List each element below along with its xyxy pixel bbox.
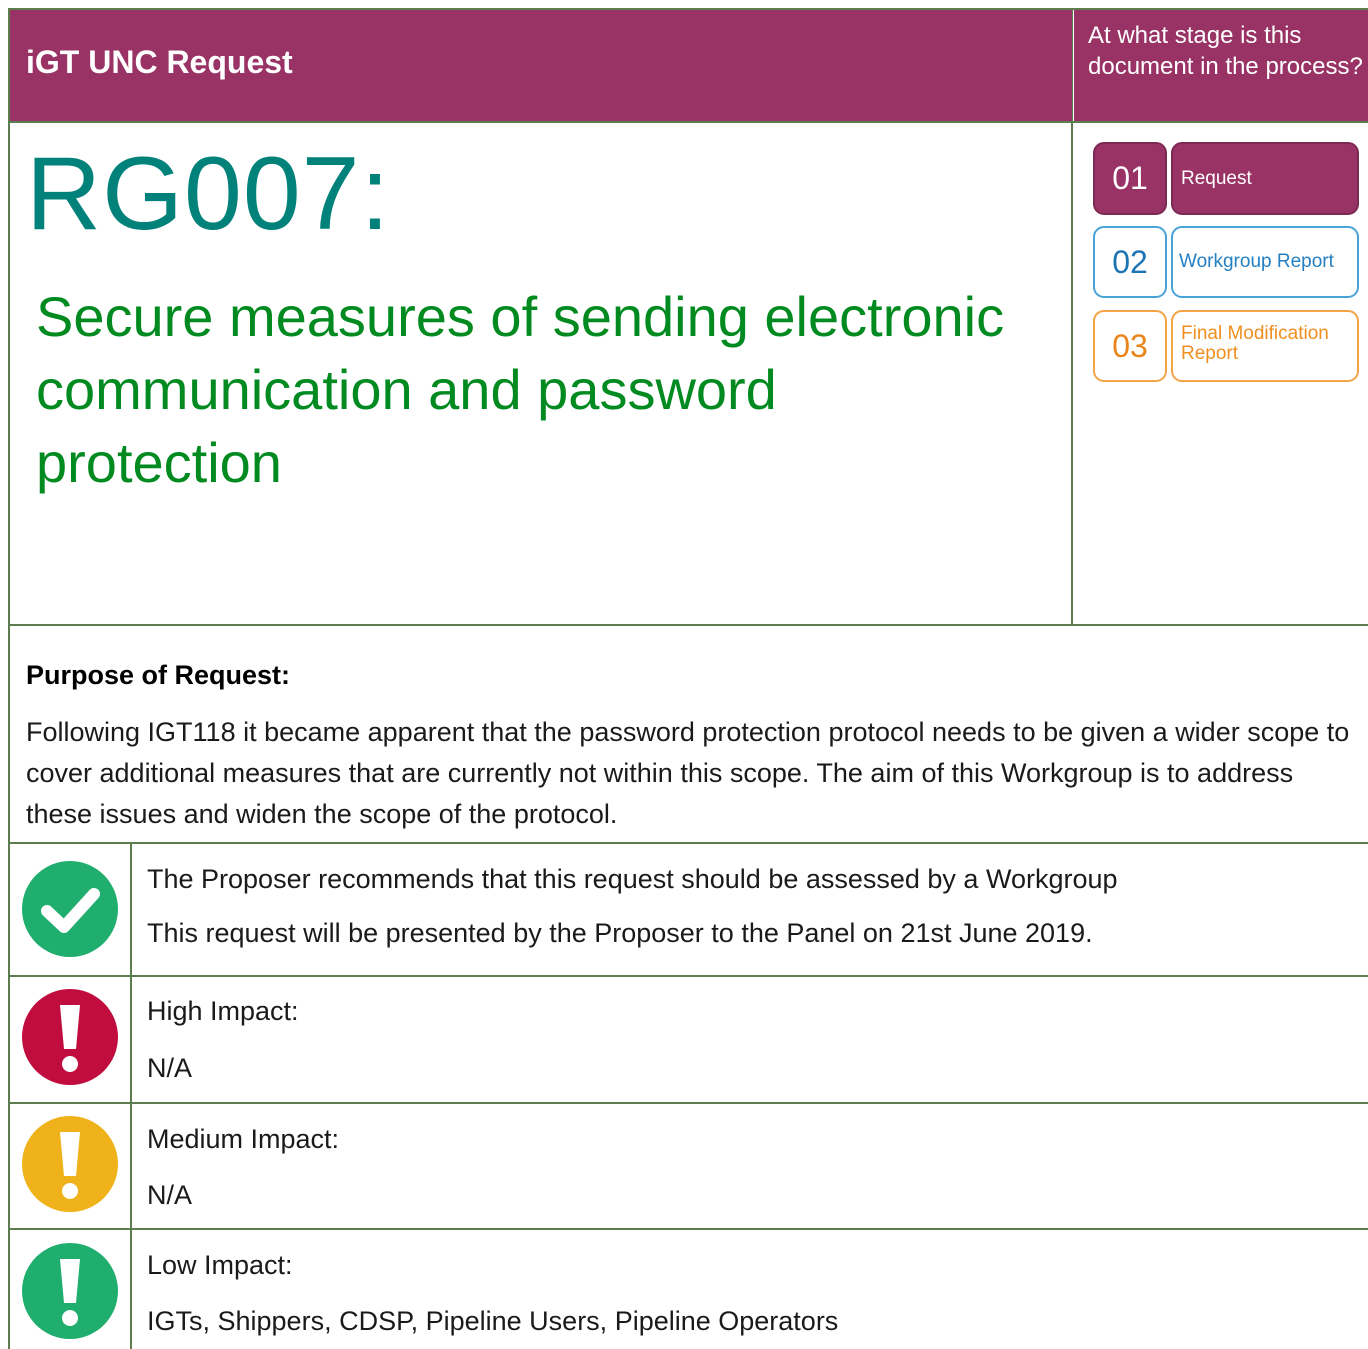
low-impact-label: Low Impact: [147,1250,293,1280]
border-row2-bottom [8,1102,1368,1104]
purpose-heading: Purpose of Request: [26,660,291,690]
stage-02-number: 02 [1093,226,1167,298]
stage-01-number: 01 [1093,142,1167,215]
stage-question: At what stage is this document in the pr… [1074,10,1368,121]
panel-date-text: This request will be presented by the Pr… [147,918,1093,948]
document-type-title: iGT UNC Request [26,44,293,80]
modification-number: RG007: [26,136,391,252]
border-header-bottom [8,121,1368,123]
medium-impact-icon [22,1116,118,1212]
check-icon [22,861,118,957]
modification-title: Secure measures of sending electronic co… [36,285,1005,494]
border-row3-bottom [8,1228,1368,1230]
high-impact-icon [22,989,118,1085]
border-cover-bottom [8,624,1368,626]
stage-01-label: Request [1171,142,1359,215]
stage-02-label: Workgroup Report [1171,226,1359,298]
stage-03-number: 03 [1093,310,1167,382]
border-row1-bottom [8,975,1368,977]
border-icon-column [130,842,132,1349]
stage-03-label: Final Modification Report [1171,310,1359,382]
medium-impact-label: Medium Impact: [147,1124,340,1154]
high-impact-value: N/A [147,1053,193,1083]
purpose-body: Following IGT118 it became apparent that… [26,717,1350,829]
border-left [8,8,10,1349]
medium-impact-value: N/A [147,1180,193,1210]
border-purpose-bottom [8,842,1368,844]
high-impact-label: High Impact: [147,996,299,1026]
recommendation-text: The Proposer recommends that this reques… [147,864,1118,894]
low-impact-icon [22,1243,118,1339]
low-impact-value: IGTs, Shippers, CDSP, Pipeline Users, Pi… [147,1306,839,1336]
